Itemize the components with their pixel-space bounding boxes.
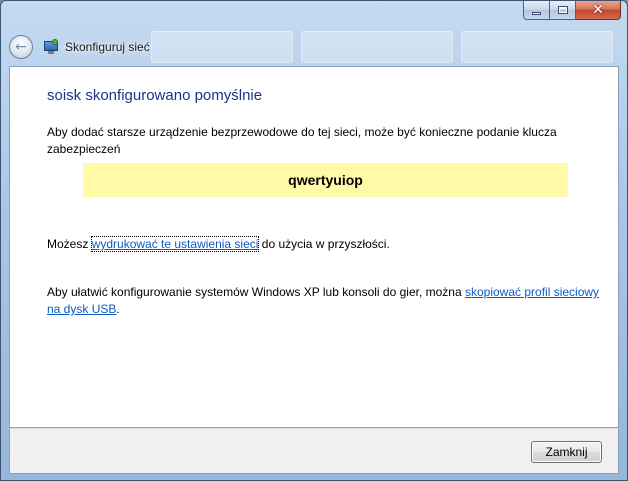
intro-text: Aby dodać starsze urządzenie bezprzewodo… xyxy=(47,125,557,156)
security-key-value: qwertyuiop xyxy=(288,172,363,188)
usb-prefix-text: Aby ułatwić konfigurowanie systemów Wind… xyxy=(47,285,465,299)
page-heading: soisk skonfigurowano pomyślnie xyxy=(47,87,263,104)
window-title: Skonfiguruj sieć xyxy=(65,40,150,54)
minimize-button[interactable] xyxy=(523,1,550,20)
print-prefix-text: Możesz xyxy=(47,237,92,251)
minimize-icon xyxy=(532,11,541,15)
close-icon: ✕ xyxy=(592,2,604,18)
wizard-header: ← Skonfiguruj sieć xyxy=(9,31,609,63)
close-button[interactable]: Zamknij xyxy=(531,441,602,463)
security-key-box: qwertyuiop xyxy=(83,163,568,197)
network-wizard-icon xyxy=(43,39,59,55)
maximize-icon xyxy=(557,6,568,14)
wizard-window: ✕ ← Skonfiguruj sieć soisk skonfigurowan… xyxy=(0,0,628,481)
wizard-content: soisk skonfigurowano pomyślnie Aby dodać… xyxy=(9,66,619,428)
maximize-button[interactable] xyxy=(550,1,576,20)
caption-buttons: ✕ xyxy=(523,1,621,21)
print-settings-link[interactable]: wydrukować te ustawienia sieci xyxy=(90,236,260,252)
wizard-footer: Zamknij xyxy=(9,428,619,474)
usb-suffix-text: . xyxy=(116,302,120,316)
usb-profile-paragraph: Aby ułatwić konfigurowanie systemów Wind… xyxy=(47,284,607,318)
close-window-button[interactable]: ✕ xyxy=(576,1,621,20)
back-arrow-icon: ← xyxy=(15,38,27,55)
print-settings-paragraph: Możesz wydrukować te ustawienia sieci do… xyxy=(47,236,390,253)
back-button[interactable]: ← xyxy=(9,35,33,59)
print-suffix-text: do użycia w przyszłości. xyxy=(258,237,390,251)
